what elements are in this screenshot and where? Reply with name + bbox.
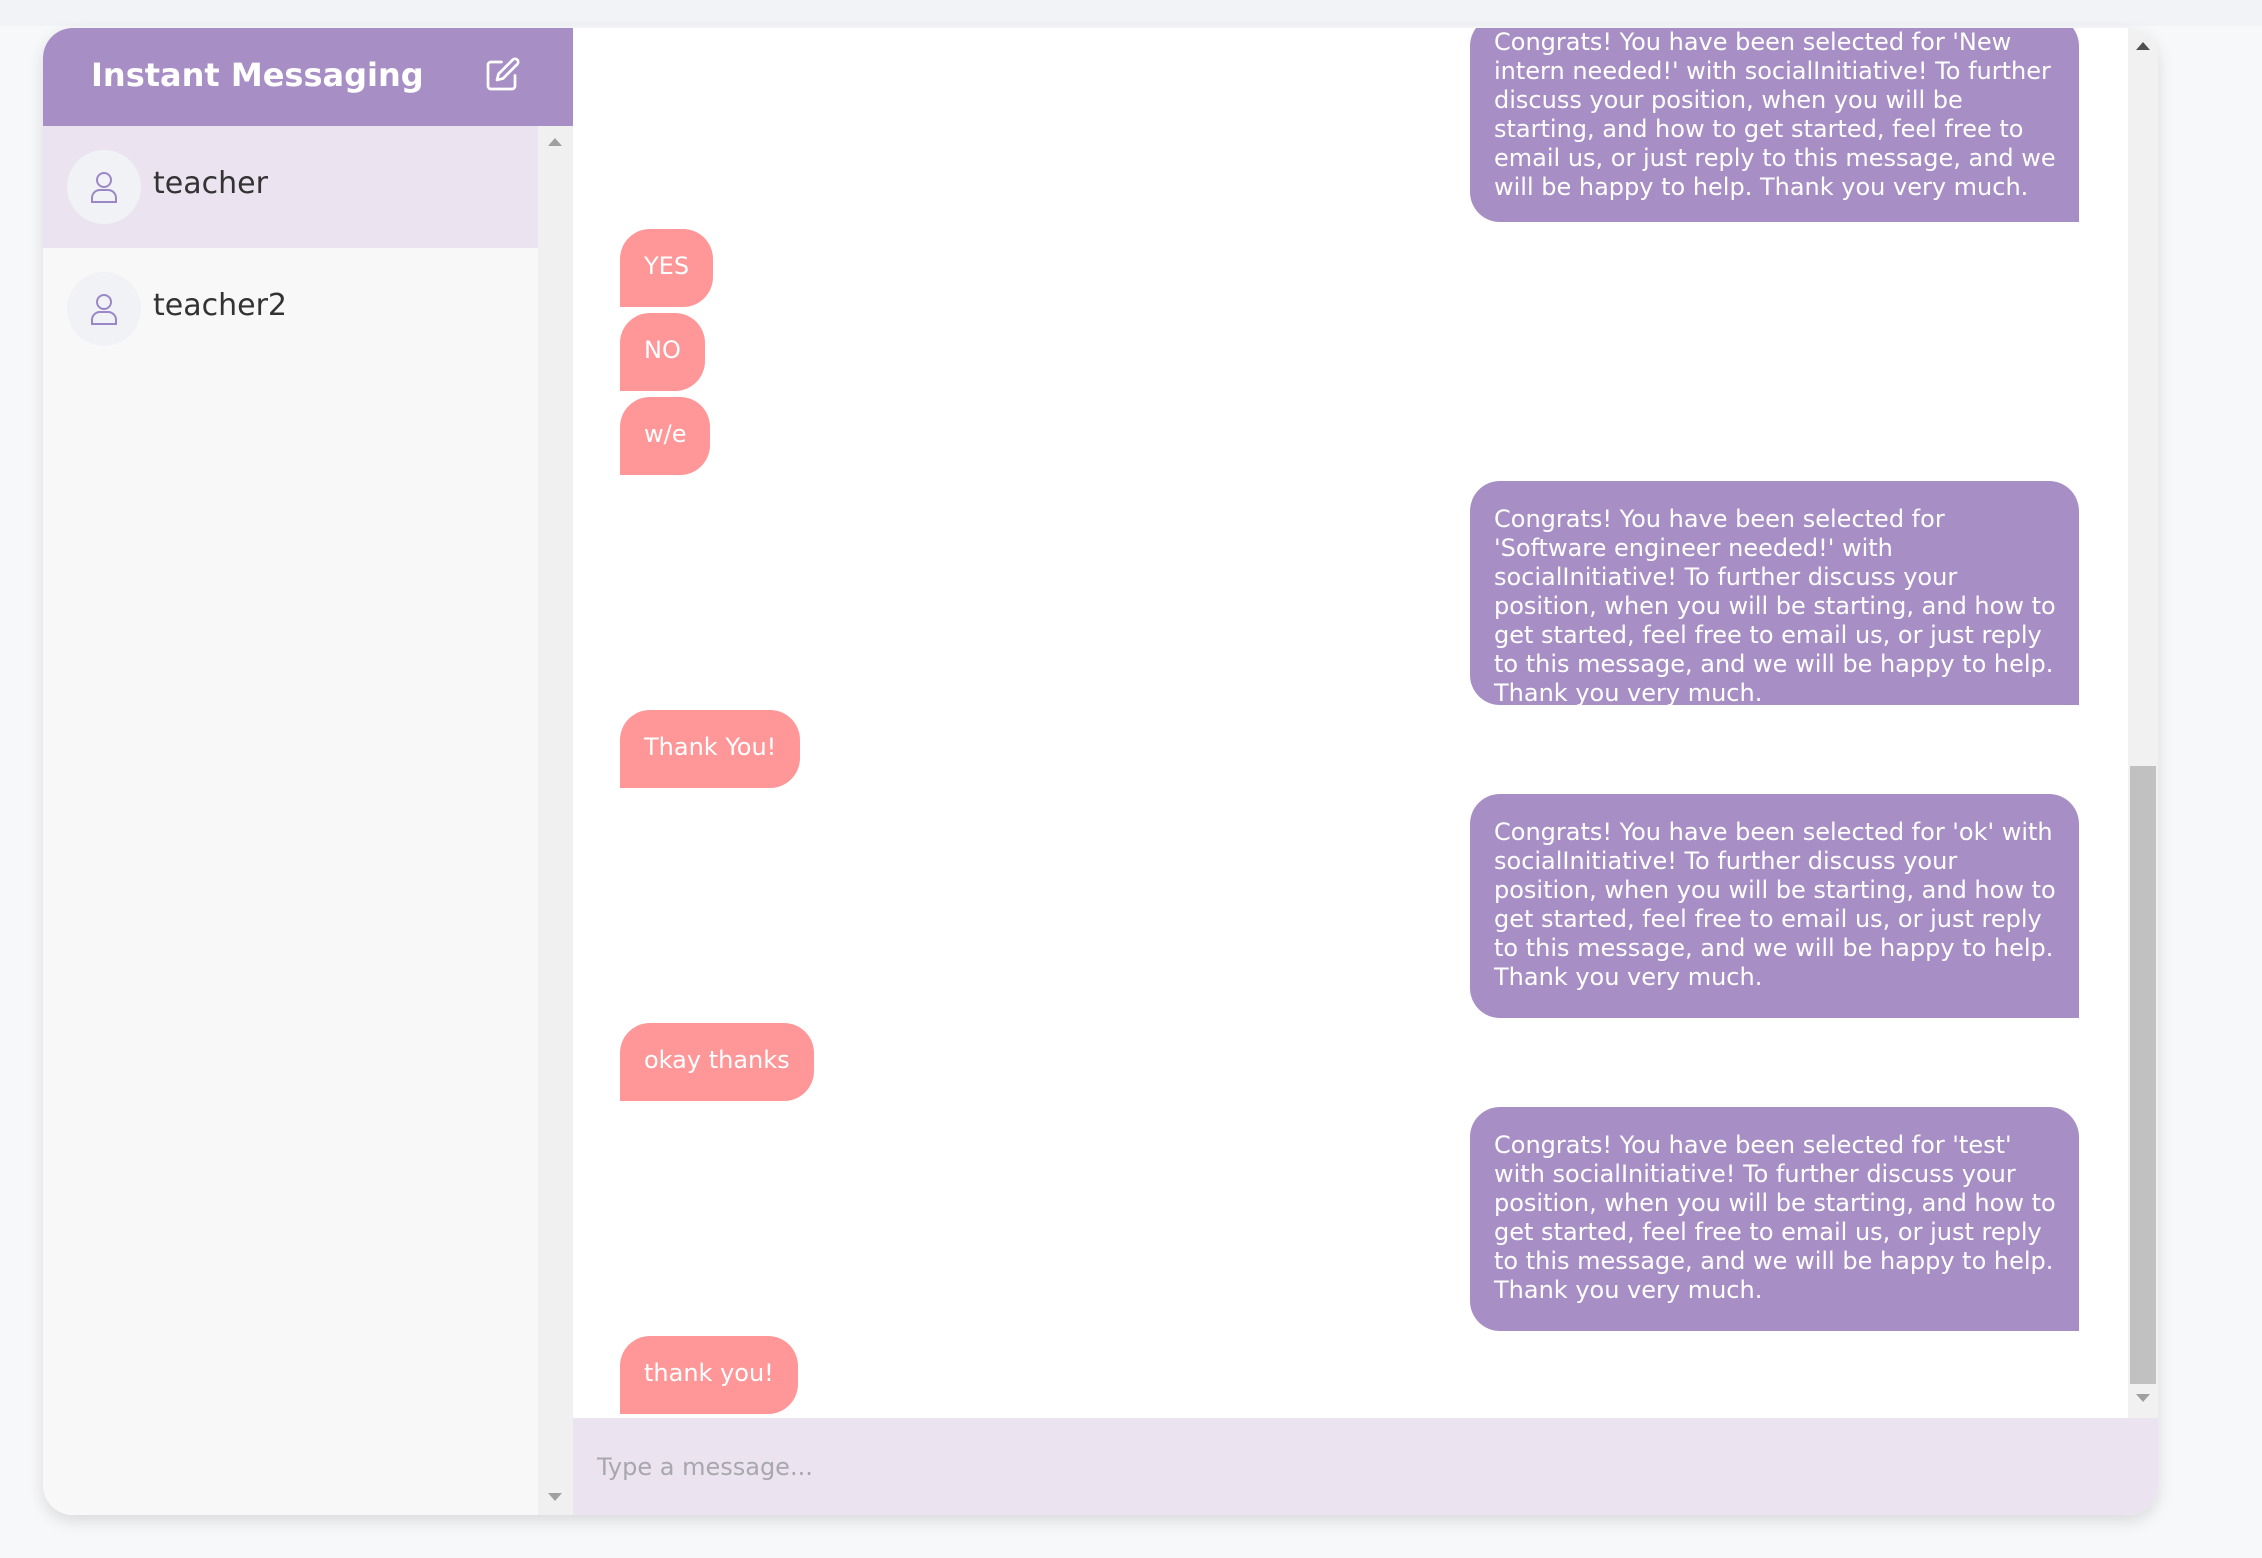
scrollbar-thumb[interactable] (2130, 766, 2156, 1384)
avatar (67, 150, 141, 224)
message-incoming: w/e (620, 397, 711, 475)
contact-item-teacher[interactable]: teacher (43, 126, 538, 248)
sidebar-header: Instant Messaging (43, 28, 573, 126)
sidebar-scrollbar[interactable] (538, 126, 573, 1515)
message-input[interactable] (595, 1440, 2119, 1494)
message-outgoing: Congrats! You have been selected for 'te… (1470, 1107, 2079, 1331)
user-icon (91, 294, 117, 325)
message-outgoing: Congrats! You have been selected for 'So… (1470, 481, 2079, 707)
top-strip (0, 0, 2262, 26)
message-outgoing: Congrats! You have been selected for 'ok… (1470, 794, 2079, 1018)
message-incoming: YES (620, 229, 714, 307)
message-incoming: okay thanks (620, 1023, 814, 1101)
app-title: Instant Messaging (91, 56, 424, 94)
messaging-app: Instant Messaging teacher teacher2 Congr… (43, 28, 2158, 1515)
message-incoming: NO (620, 313, 705, 391)
contact-list: teacher teacher2 (43, 126, 538, 1515)
message-incoming: Thank You! (620, 710, 801, 788)
contact-item-teacher2[interactable]: teacher2 (43, 248, 538, 370)
user-icon (91, 172, 117, 203)
scroll-down-arrow-icon[interactable] (2136, 1394, 2150, 1402)
message-composer (573, 1418, 2158, 1515)
chat-pane: Congrats! You have been selected for 'Ne… (573, 28, 2158, 1515)
avatar (67, 272, 141, 346)
chat-scrollbar[interactable] (2128, 28, 2158, 1418)
message-list: Congrats! You have been selected for 'Ne… (573, 28, 2128, 1418)
sidebar: Instant Messaging teacher teacher2 (43, 28, 573, 1515)
scroll-down-arrow-icon[interactable] (548, 1493, 562, 1501)
edit-icon[interactable] (485, 56, 521, 92)
contact-name: teacher2 (153, 288, 287, 323)
message-outgoing: Congrats! You have been selected for 'Ne… (1470, 28, 2079, 222)
contact-name: teacher (153, 166, 268, 201)
message-incoming: thank you! (620, 1336, 798, 1414)
scroll-up-arrow-icon[interactable] (2136, 42, 2150, 50)
scroll-up-arrow-icon[interactable] (548, 138, 562, 146)
